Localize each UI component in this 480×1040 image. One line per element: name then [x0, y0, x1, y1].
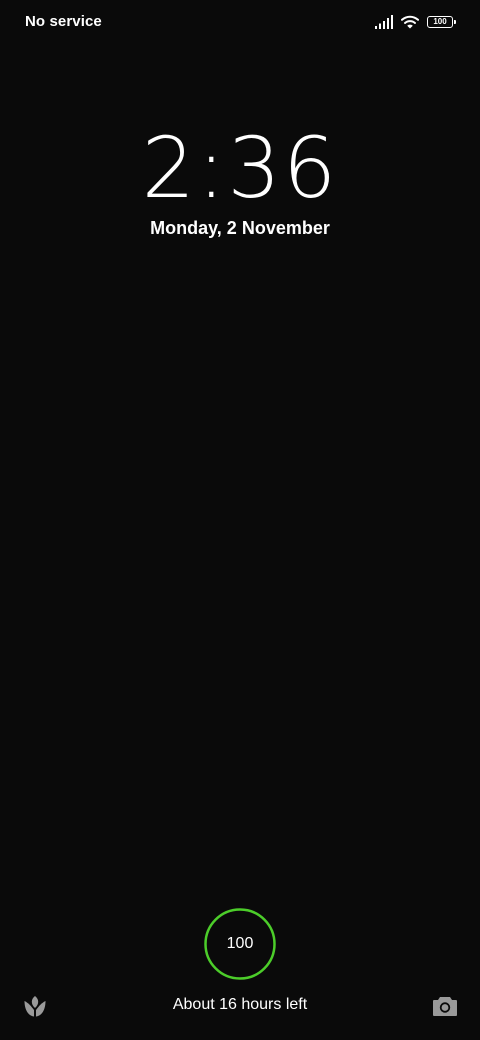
status-icons: 100	[375, 13, 456, 31]
signal-bars-icon	[375, 15, 393, 29]
carrier-label: No service	[25, 13, 102, 30]
camera-icon[interactable]	[431, 992, 459, 1020]
charging-time-left: About 16 hours left	[172, 996, 308, 1013]
lock-clock: 2:36	[141, 119, 339, 217]
battery-indicator: 100	[427, 16, 456, 28]
battery-level: 100	[433, 17, 447, 26]
charge-percent: 100	[226, 935, 254, 952]
status-bar: No service 100	[0, 0, 480, 44]
wifi-icon	[401, 15, 419, 29]
lock-date: Monday, 2 November	[150, 218, 330, 238]
